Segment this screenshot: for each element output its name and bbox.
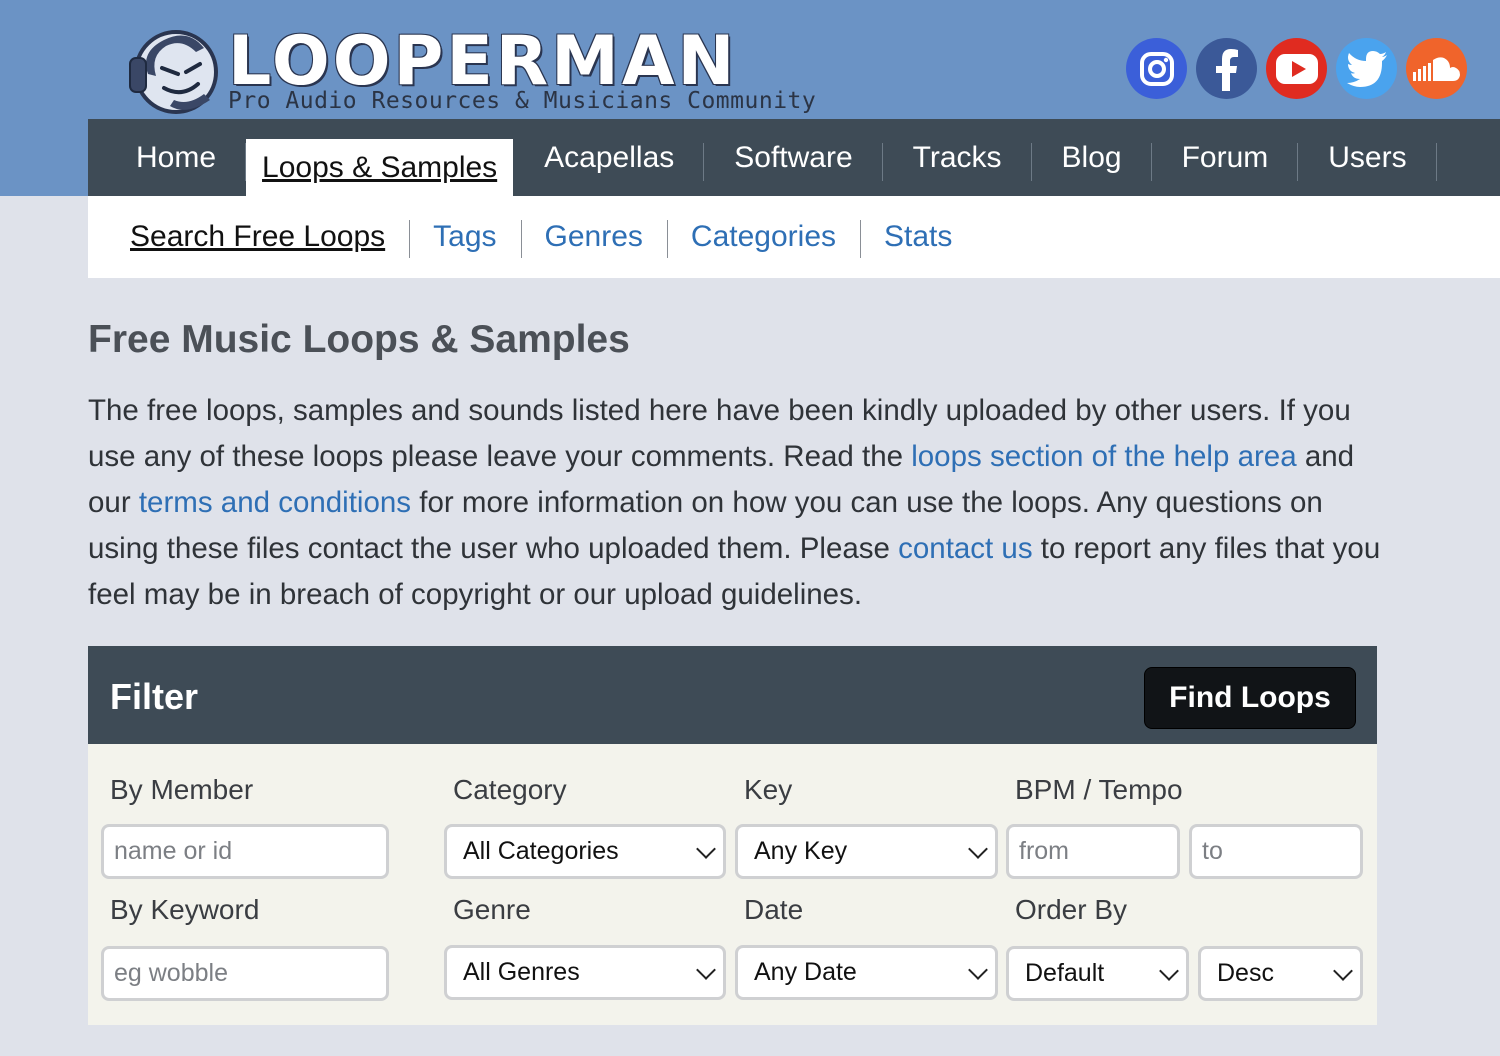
youtube-icon <box>1275 53 1318 84</box>
key-label: Key <box>744 774 793 805</box>
facebook-icon <box>1215 48 1238 91</box>
member-input[interactable]: name or id <box>101 824 389 879</box>
order-by-select[interactable]: Default <box>1006 946 1189 1001</box>
contact-us-link[interactable]: contact us <box>898 532 1032 565</box>
social-links <box>1126 38 1467 99</box>
soundcloud-link[interactable] <box>1406 38 1467 99</box>
chevron-down-icon <box>968 838 988 859</box>
key-select[interactable]: Any Key <box>735 824 998 879</box>
category-select-value: All Categories <box>463 837 619 865</box>
instagram-icon <box>1139 51 1174 86</box>
nav-tracks[interactable]: Tracks <box>883 129 1032 186</box>
direction-select[interactable]: Desc <box>1198 946 1363 1001</box>
date-select-value: Any Date <box>754 958 857 986</box>
filter-header: Filter Find Loops <box>88 646 1377 744</box>
date-label: Date <box>744 894 804 925</box>
keyword-input[interactable]: eg wobble <box>101 946 389 1001</box>
terms-link[interactable]: terms and conditions <box>139 486 411 519</box>
logo-wordmark: LOOPERMAN <box>228 22 738 101</box>
date-select[interactable]: Any Date <box>735 945 998 1000</box>
facebook-link[interactable] <box>1196 38 1257 99</box>
order-by-label: Order By <box>1015 894 1128 925</box>
chevron-down-icon <box>1333 960 1353 981</box>
subnav-genres[interactable]: Genres <box>520 220 667 258</box>
genre-label: Genre <box>453 894 531 925</box>
order-by-select-value: Default <box>1025 959 1105 987</box>
subnav-tags[interactable]: Tags <box>409 220 520 258</box>
logo-tagline: Pro Audio Resources & Musicians Communit… <box>228 88 817 114</box>
category-select[interactable]: All Categories <box>444 824 726 879</box>
subnav-search-free-loops[interactable]: Search Free Loops <box>130 220 409 254</box>
bpm-to-input[interactable]: to <box>1189 824 1363 879</box>
filter-title: Filter <box>110 676 199 717</box>
chevron-down-icon <box>968 959 988 980</box>
chevron-down-icon <box>696 959 716 980</box>
twitter-link[interactable] <box>1336 38 1397 99</box>
chevron-down-icon <box>1159 960 1179 981</box>
nav-software[interactable]: Software <box>704 129 884 186</box>
nav-forum[interactable]: Forum <box>1152 129 1299 186</box>
youtube-link[interactable] <box>1266 38 1327 99</box>
main-nav: Home Loops & Samples Acapellas Software … <box>88 119 1500 196</box>
mascot-logo-icon <box>129 30 218 114</box>
subnav-stats[interactable]: Stats <box>860 220 976 258</box>
member-label: By Member <box>110 774 254 805</box>
key-select-value: Any Key <box>754 837 848 865</box>
chevron-down-icon <box>696 838 716 859</box>
nav-users[interactable]: Users <box>1298 129 1437 186</box>
bpm-label: BPM / Tempo <box>1015 774 1183 805</box>
nav-loops-samples[interactable]: Loops & Samples <box>246 139 514 196</box>
site-logo[interactable]: LOOPERMAN Pro Audio Resources & Musician… <box>126 22 816 118</box>
keyword-label: By Keyword <box>110 894 260 925</box>
bpm-from-input[interactable]: from <box>1006 824 1180 879</box>
filter-panel: Filter Find Loops By Member Category Key… <box>88 646 1377 1025</box>
find-loops-button[interactable]: Find Loops <box>1144 667 1356 729</box>
nav-home[interactable]: Home <box>106 129 247 186</box>
intro-text: The free loops, samples and sounds liste… <box>88 388 1388 618</box>
genre-select-value: All Genres <box>463 958 580 986</box>
help-area-link[interactable]: loops section of the help area <box>911 440 1296 473</box>
direction-select-value: Desc <box>1217 959 1274 987</box>
page-title: Free Music Loops & Samples <box>88 318 630 361</box>
nav-acapellas[interactable]: Acapellas <box>513 129 705 186</box>
soundcloud-icon <box>1412 56 1460 81</box>
nav-blog[interactable]: Blog <box>1032 129 1152 186</box>
subnav-categories[interactable]: Categories <box>666 220 860 258</box>
sub-nav: Search Free Loops Tags Genres Categories… <box>88 196 1500 278</box>
genre-select[interactable]: All Genres <box>444 945 726 1000</box>
category-label: Category <box>453 774 567 805</box>
side-background <box>0 196 88 278</box>
twitter-icon <box>1346 50 1387 87</box>
instagram-link[interactable] <box>1126 38 1187 99</box>
